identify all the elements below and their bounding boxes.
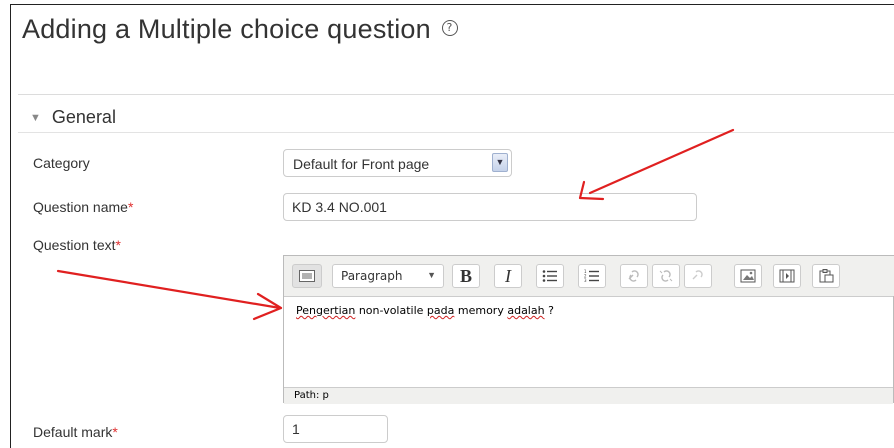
default-mark-label-text: Default mark xyxy=(33,424,113,440)
editor-path-bar: Path: p xyxy=(284,387,893,404)
ordered-list-icon[interactable]: 123 xyxy=(578,264,606,288)
unordered-list-icon[interactable] xyxy=(536,264,564,288)
question-name-label-text: Question name xyxy=(33,199,128,215)
question-text-label-text: Question text xyxy=(33,237,116,253)
required-marker: * xyxy=(112,424,118,440)
question-name-input[interactable] xyxy=(283,193,697,221)
triangle-down-icon: ▼ xyxy=(30,112,41,124)
editor-toolbar: Paragraph ▼ B I 123 xyxy=(284,256,894,296)
chevron-down-icon[interactable]: ▼ xyxy=(492,153,508,172)
path-label: Path: p xyxy=(294,390,329,401)
anchor-icon[interactable] xyxy=(684,264,712,288)
section-title: General xyxy=(51,107,116,127)
question-name-label: Question name* xyxy=(33,199,133,215)
category-select-value: Default for Front page xyxy=(293,156,430,172)
image-icon[interactable] xyxy=(734,264,762,288)
paragraph-format-value: Paragraph xyxy=(341,269,403,283)
paste-icon[interactable] xyxy=(812,264,840,288)
default-mark-label: Default mark* xyxy=(33,424,118,440)
toolbar-toggle-icon[interactable] xyxy=(292,264,322,288)
left-border xyxy=(10,4,11,448)
unlink-icon[interactable] xyxy=(652,264,680,288)
content-word: memory xyxy=(454,304,508,317)
svg-text:3: 3 xyxy=(584,278,587,283)
section-general-toggle[interactable]: ▼ General xyxy=(30,107,116,128)
chevron-down-icon: ▼ xyxy=(427,270,436,280)
editor-content: Pengertian non-volatile pada memory adal… xyxy=(296,304,554,317)
media-icon[interactable] xyxy=(773,264,801,288)
editor-content-area[interactable]: Pengertian non-volatile pada memory adal… xyxy=(284,296,893,388)
section-divider xyxy=(18,132,894,133)
bold-icon[interactable]: B xyxy=(452,264,480,288)
default-mark-input[interactable] xyxy=(283,415,388,443)
content-word: pada xyxy=(426,304,455,317)
annotation-arrow xyxy=(588,128,735,195)
category-select[interactable]: Default for Front page ▼ xyxy=(283,149,512,177)
category-label: Category xyxy=(33,155,90,171)
content-word: ? xyxy=(544,304,554,317)
question-text-editor: Paragraph ▼ B I 123 Pengertian non-volat… xyxy=(283,255,894,404)
help-icon[interactable]: ? xyxy=(441,19,458,36)
required-marker: * xyxy=(127,199,134,215)
divider xyxy=(18,94,894,95)
page-title-text: Adding a Multiple choice question xyxy=(22,14,431,44)
italic-icon[interactable]: I xyxy=(494,264,522,288)
content-word: non-volatile xyxy=(355,304,427,317)
content-word: adalah xyxy=(507,304,545,317)
annotation-arrow-head xyxy=(252,292,283,321)
paragraph-format-select[interactable]: Paragraph ▼ xyxy=(332,264,444,288)
page-title: Adding a Multiple choice question ? xyxy=(22,14,458,45)
annotation-arrow xyxy=(56,269,282,310)
content-word: Pengertian xyxy=(296,304,356,317)
link-icon[interactable] xyxy=(620,264,648,288)
page-frame: Adding a Multiple choice question ? ▼ Ge… xyxy=(0,0,894,448)
question-text-label: Question text* xyxy=(33,237,121,253)
required-marker: * xyxy=(115,237,121,253)
category-label-text: Category xyxy=(33,155,90,171)
top-border xyxy=(10,4,894,5)
